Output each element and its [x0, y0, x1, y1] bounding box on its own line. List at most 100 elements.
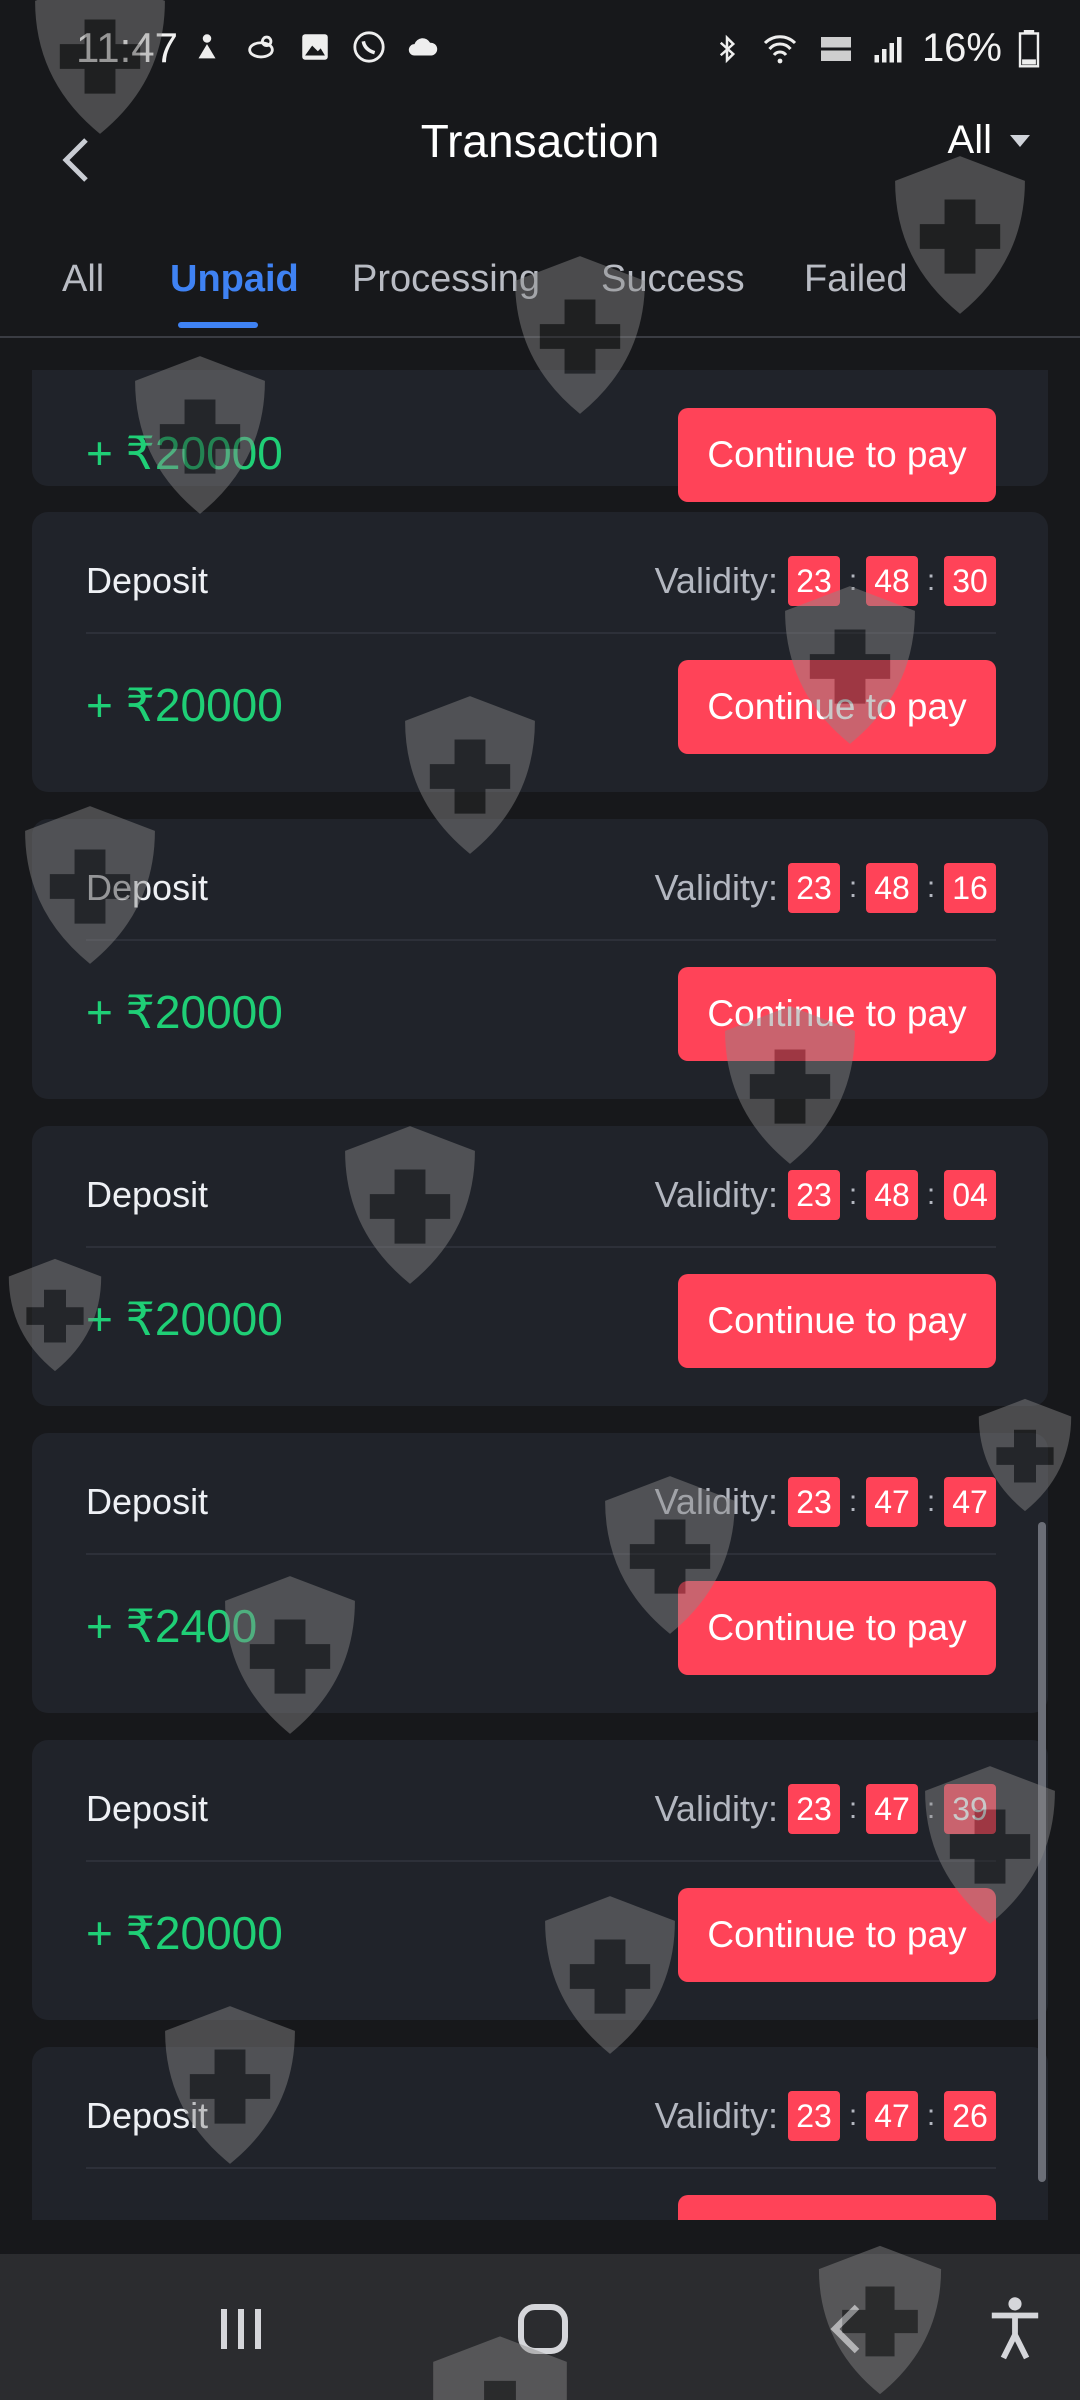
- card-divider: [86, 939, 996, 941]
- validity-timer: Validity: 23: 47: 26: [655, 2091, 996, 2141]
- transaction-amount: + ₹20000: [86, 986, 283, 1038]
- transaction-card: Deposit Validity: 23: 48: 30 + ₹20000 Co…: [32, 512, 1048, 792]
- timer-seconds: 47: [944, 1477, 996, 1527]
- wifi-icon: [763, 34, 797, 63]
- validity-label: Validity:: [654, 1174, 778, 1215]
- timer-hours: 23: [788, 1784, 840, 1834]
- caret-down-icon: [1010, 134, 1030, 147]
- tab-success[interactable]: Success: [601, 258, 745, 301]
- timer-seconds: 16: [944, 863, 996, 913]
- status-bar: 11:47 16%: [0, 0, 1080, 100]
- system-nav-bar: [0, 2254, 1080, 2400]
- recent-apps-button[interactable]: [196, 2284, 286, 2374]
- timer-minutes: 48: [866, 1170, 918, 1220]
- timer-seconds: 39: [944, 1784, 996, 1834]
- signal-icon: [874, 36, 902, 62]
- image-icon: [302, 34, 328, 60]
- app-header: Transaction All: [0, 100, 1080, 230]
- validity-timer: Validity: 23: 48: 04: [655, 1170, 996, 1220]
- card-divider: [86, 2167, 996, 2169]
- person-icon: [198, 34, 216, 59]
- bird-icon: [248, 35, 274, 59]
- transaction-card: Deposit Validity: 23: 47: 26: [32, 2047, 1048, 2220]
- continue-to-pay-button[interactable]: Continue to pay: [678, 1888, 996, 1982]
- battery-percent: 16%: [921, 26, 1002, 70]
- transaction-amount: + ₹20000: [86, 679, 283, 731]
- continue-to-pay-button[interactable]: Continue to pay: [678, 1274, 996, 1368]
- transaction-card: + ₹20000 Continue to pay: [32, 370, 1048, 502]
- card-divider: [86, 632, 996, 634]
- card-divider: [86, 1860, 996, 1862]
- status-tabs: All Unpaid Processing Success Failed: [0, 230, 1080, 338]
- continue-to-pay-button[interactable]: Continue to pay: [678, 408, 996, 502]
- card-divider: [86, 1553, 996, 1555]
- back-icon: [830, 2304, 860, 2354]
- timer-hours: 23: [788, 556, 840, 606]
- transaction-type: Deposit: [86, 560, 209, 601]
- tab-unpaid[interactable]: Unpaid: [170, 258, 299, 301]
- timer-minutes: 47: [866, 2091, 918, 2141]
- transaction-amount: + ₹2400: [86, 1600, 258, 1652]
- timer-hours: 23: [788, 1477, 840, 1527]
- recent-apps-icon: [221, 2309, 261, 2349]
- status-time: 11:47: [76, 24, 178, 71]
- nav-back-button[interactable]: [800, 2284, 890, 2374]
- scrollbar[interactable]: [1038, 1522, 1046, 2182]
- home-icon: [518, 2304, 568, 2354]
- timer-seconds: 30: [944, 556, 996, 606]
- timer-minutes: 48: [866, 556, 918, 606]
- card-divider: [86, 1246, 996, 1248]
- transaction-card: Deposit Validity: 23: 47: 47 + ₹2400 Con…: [32, 1433, 1048, 1713]
- transaction-amount: + ₹20000: [86, 1293, 283, 1345]
- continue-to-pay-button[interactable]: Continue to pay: [678, 967, 996, 1061]
- active-tab-indicator: [178, 322, 258, 328]
- home-button[interactable]: [498, 2284, 588, 2374]
- vowifi-icon: [820, 36, 851, 61]
- validity-timer: Validity: 23: 48: 30: [655, 556, 996, 606]
- transaction-type: Deposit: [86, 1788, 209, 1829]
- validity-label: Validity:: [654, 1788, 778, 1829]
- timer-hours: 23: [788, 2091, 840, 2141]
- validity-label: Validity:: [654, 1481, 778, 1522]
- validity-label: Validity:: [654, 2095, 778, 2136]
- call-icon: [353, 31, 385, 63]
- timer-minutes: 48: [866, 863, 918, 913]
- tab-all[interactable]: All: [62, 258, 104, 301]
- tab-processing[interactable]: Processing: [352, 258, 540, 301]
- page-title: Transaction: [420, 115, 660, 167]
- cloud-icon: [408, 38, 438, 56]
- filter-label: All: [947, 118, 992, 162]
- validity-timer: Validity: 23: 47: 39: [655, 1784, 996, 1834]
- timer-hours: 23: [788, 1170, 840, 1220]
- transaction-amount: + ₹20000: [86, 427, 283, 479]
- continue-to-pay-button[interactable]: [678, 2195, 996, 2220]
- transaction-type: Deposit: [86, 1481, 209, 1522]
- validity-label: Validity:: [654, 867, 778, 908]
- filter-dropdown[interactable]: All: [948, 118, 1032, 163]
- bluetooth-icon: [719, 34, 736, 63]
- transaction-type: Deposit: [86, 867, 209, 908]
- transaction-type: Deposit: [86, 2095, 209, 2136]
- timer-hours: 23: [788, 863, 840, 913]
- transaction-type: Deposit: [86, 1174, 209, 1215]
- notification-icons: [190, 30, 440, 64]
- transaction-amount: + ₹20000: [86, 1907, 283, 1959]
- accessibility-icon: [991, 2297, 1039, 2360]
- timer-minutes: 47: [866, 1477, 918, 1527]
- continue-to-pay-button[interactable]: Continue to pay: [678, 1581, 996, 1675]
- transaction-card: Deposit Validity: 23: 47: 39 + ₹20000 Co…: [32, 1740, 1048, 2020]
- timer-seconds: 04: [944, 1170, 996, 1220]
- continue-to-pay-button[interactable]: Continue to pay: [678, 660, 996, 754]
- transaction-card: Deposit Validity: 23: 48: 16 + ₹20000 Co…: [32, 819, 1048, 1099]
- transaction-card: Deposit Validity: 23: 48: 04 + ₹20000 Co…: [32, 1126, 1048, 1406]
- tab-failed[interactable]: Failed: [804, 258, 908, 301]
- validity-timer: Validity: 23: 47: 47: [655, 1477, 996, 1527]
- battery-icon: [1018, 29, 1040, 67]
- accessibility-button[interactable]: [970, 2284, 1060, 2374]
- transaction-list[interactable]: + ₹20000 Continue to pay Deposit Validit…: [0, 370, 1080, 2220]
- system-icons: 16%: [712, 26, 1040, 71]
- timer-minutes: 47: [866, 1784, 918, 1834]
- timer-seconds: 26: [944, 2091, 996, 2141]
- validity-label: Validity:: [654, 560, 778, 601]
- validity-timer: Validity: 23: 48: 16: [655, 863, 996, 913]
